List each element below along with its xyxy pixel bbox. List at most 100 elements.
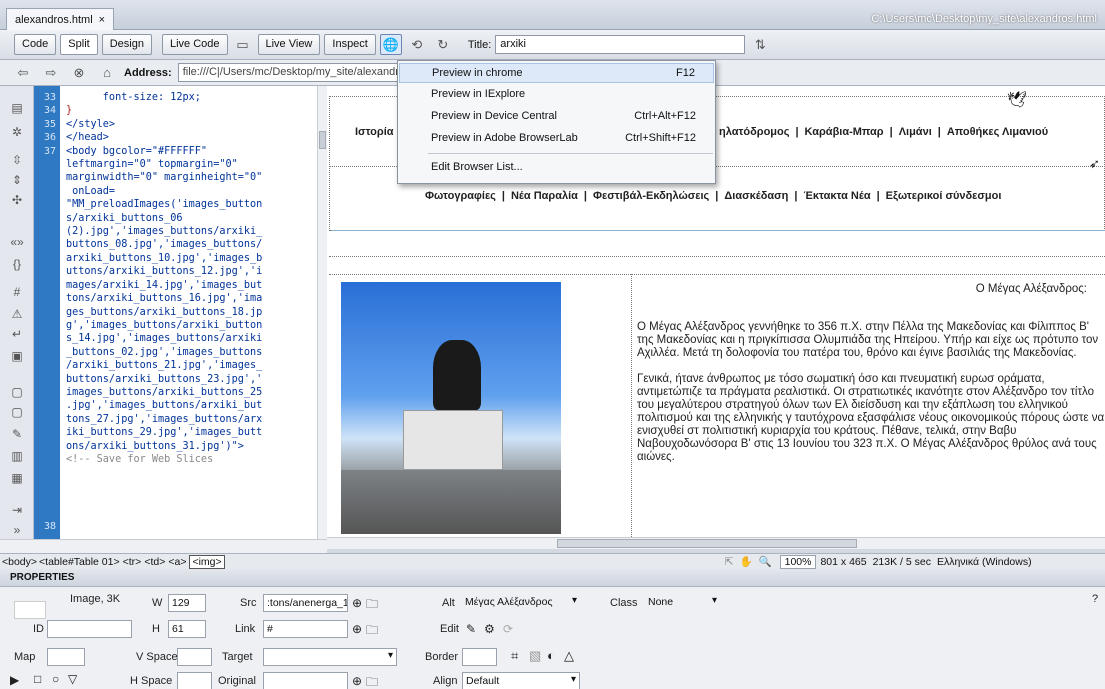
indent-code-icon[interactable]: ⇥ [9,502,25,518]
split-view-button[interactable]: Split [60,34,98,55]
inspect-button[interactable]: Inspect [324,34,376,55]
sharpen-icon[interactable]: △ [564,648,574,664]
polygon-hotspot-icon[interactable]: ▽ [68,672,77,686]
class-select[interactable]: None [645,594,720,612]
word-wrap-icon[interactable]: ↵ [9,326,25,342]
live-code-button[interactable]: Live Code [161,34,228,55]
apply-comment-icon[interactable]: ▢ [9,384,25,400]
nav-photos-link[interactable]: Φωτογραφίες [425,190,496,202]
nav-cobblestone-link[interactable]: ηλατόδρομος [719,126,789,138]
crop-icon[interactable]: ⌗ [511,648,518,664]
menu-item-edit-browser-list[interactable]: Edit Browser List... [399,158,714,178]
window-size-select[interactable]: 801 x 465 [820,556,866,568]
collapse-tag-icon[interactable]: ⇳ [9,152,25,168]
wrap-tag-icon[interactable]: ✎ [9,426,25,442]
menu-item-preview-chrome[interactable]: Preview in chrome F12 [399,63,714,83]
design-horizontal-scrollbar[interactable] [327,537,1105,549]
tag-table[interactable]: <table#Table 01> [39,556,120,568]
brightness-contrast-icon[interactable]: ◐ [547,648,555,663]
link-input[interactable]: # [263,620,348,638]
edit-settings-icon[interactable]: ⚙ [484,622,495,636]
tag-img[interactable]: <img> [189,554,225,569]
code-vertical-scrollbar[interactable] [317,86,327,539]
preview-in-browser-icon[interactable]: 🌐 [379,34,402,55]
width-input[interactable]: 129 [168,594,206,612]
id-input[interactable] [47,620,132,638]
hand-tool-icon[interactable]: ✋ [739,555,752,568]
tag-tr[interactable]: <tr> [123,556,142,568]
resample-icon[interactable]: ▧ [529,648,541,664]
original-input[interactable] [263,672,348,689]
menu-item-preview-device-central[interactable]: Preview in Device Central Ctrl+Alt+F12 [399,107,714,127]
nav-port-link[interactable]: Λιμάνι [899,126,932,138]
document-tab[interactable]: alexandros.html × [6,8,115,30]
syntax-error-alerts-icon[interactable]: ▣ [9,348,25,364]
height-input[interactable]: 61 [168,620,206,638]
point-to-file-icon[interactable]: ⊕ [352,596,362,610]
home-icon[interactable]: ⌂ [96,62,118,83]
zoom-select[interactable]: 100% [779,554,817,569]
nav-ships-bar-link[interactable]: Καράβια-Μπαρ [805,126,884,138]
design-view-button[interactable]: Design [101,34,152,55]
stop-icon[interactable]: ⊗ [68,62,90,83]
code-view-button[interactable]: Code [14,34,57,55]
tag-a[interactable]: <a> [168,556,186,568]
select-parent-tag-icon[interactable]: «» [9,234,25,250]
help-icon[interactable]: ? [1092,593,1098,605]
link-browse-folder-icon[interactable]: 🗀 [366,621,378,642]
file-management-icon[interactable]: ⇅ [749,34,771,55]
alexander-statue-photo[interactable] [341,282,561,534]
nav-festival-link[interactable]: Φεστιβάλ-Εκδηλώσεις [593,190,709,202]
forward-icon[interactable]: ⇨ [40,62,62,83]
link-point-to-file-icon[interactable]: ⊕ [352,622,362,636]
recent-snippets-icon[interactable]: ▥ [9,448,25,464]
alt-input[interactable]: Μέγας Αλέξανδρος [462,594,580,612]
select-tool-icon[interactable]: ⇱ [725,556,734,568]
nav-external-links-link[interactable]: Εξωτερικοί σύνδεσμοι [886,190,1002,202]
src-input[interactable]: :tons/anenerga_10.jpg [263,594,348,612]
remove-comment-icon[interactable]: ▢ [9,404,25,420]
back-icon[interactable]: ⇦ [12,62,34,83]
expand-all-icon[interactable]: ✣ [9,192,25,208]
align-select[interactable]: Default [462,672,580,689]
browse-folder-icon[interactable]: 🗀 [366,595,378,616]
nav-new-beach-link[interactable]: Νέα Παραλία [511,190,578,202]
move-css-icon[interactable]: ▦ [9,470,25,486]
address-input[interactable]: file:///C|/Users/mc/Desktop/my_site/alex… [177,63,428,82]
title-input[interactable]: arxiki [495,35,746,54]
nav-breaking-news-link[interactable]: Έκτακτα Νέα [803,190,870,202]
properties-header[interactable]: PROPERTIES [0,569,1105,587]
rectangle-hotspot-icon[interactable]: □ [34,672,41,686]
open-documents-icon[interactable]: ▤ [9,100,25,116]
collapse-selection-icon[interactable]: ⇕ [9,172,25,188]
code-editor[interactable]: 33 34 35 36 37 38 font-size: 12px;} </sty… [34,86,317,539]
check-page-icon[interactable]: ⟲ [406,34,428,55]
target-select[interactable] [263,648,397,666]
menu-item-preview-iexplore[interactable]: Preview in IExplore [399,85,714,105]
hspace-input[interactable] [177,672,212,689]
original-browse-folder-icon[interactable]: 🗀 [366,673,378,689]
multiscreen-icon[interactable]: ▭ [232,34,254,55]
more-tools-icon[interactable]: » [9,522,25,538]
pointer-hotspot-icon[interactable]: ▶ [10,673,19,687]
code-scroll-thumb[interactable] [319,131,326,149]
design-scroll-thumb[interactable] [557,539,857,548]
update-from-original-icon[interactable]: ⟳ [503,622,513,636]
nav-history-link[interactable]: Ιστορία Γ [355,126,403,138]
code-horizontal-scrollbar[interactable] [0,539,327,553]
zoom-tool-icon[interactable]: 🔍 [759,555,772,568]
line-numbers-icon[interactable]: # [9,284,25,300]
map-input[interactable] [47,648,85,666]
close-tab-icon[interactable]: × [99,14,105,26]
original-point-to-file-icon[interactable]: ⊕ [352,674,362,688]
nav-entertainment-link[interactable]: Διασκέδαση [724,190,788,202]
tag-td[interactable]: <td> [144,556,165,568]
menu-item-preview-browserlab[interactable]: Preview in Adobe BrowserLab Ctrl+Shift+F… [399,129,714,149]
border-input[interactable] [462,648,497,666]
circle-hotspot-icon[interactable]: ○ [52,672,59,686]
tag-body[interactable]: <body> [2,556,37,568]
edit-image-icon[interactable]: ✎ [466,622,476,636]
balance-braces-icon[interactable]: {} [9,256,25,272]
vspace-input[interactable] [177,648,212,666]
refresh-icon[interactable]: ↻ [432,34,454,55]
